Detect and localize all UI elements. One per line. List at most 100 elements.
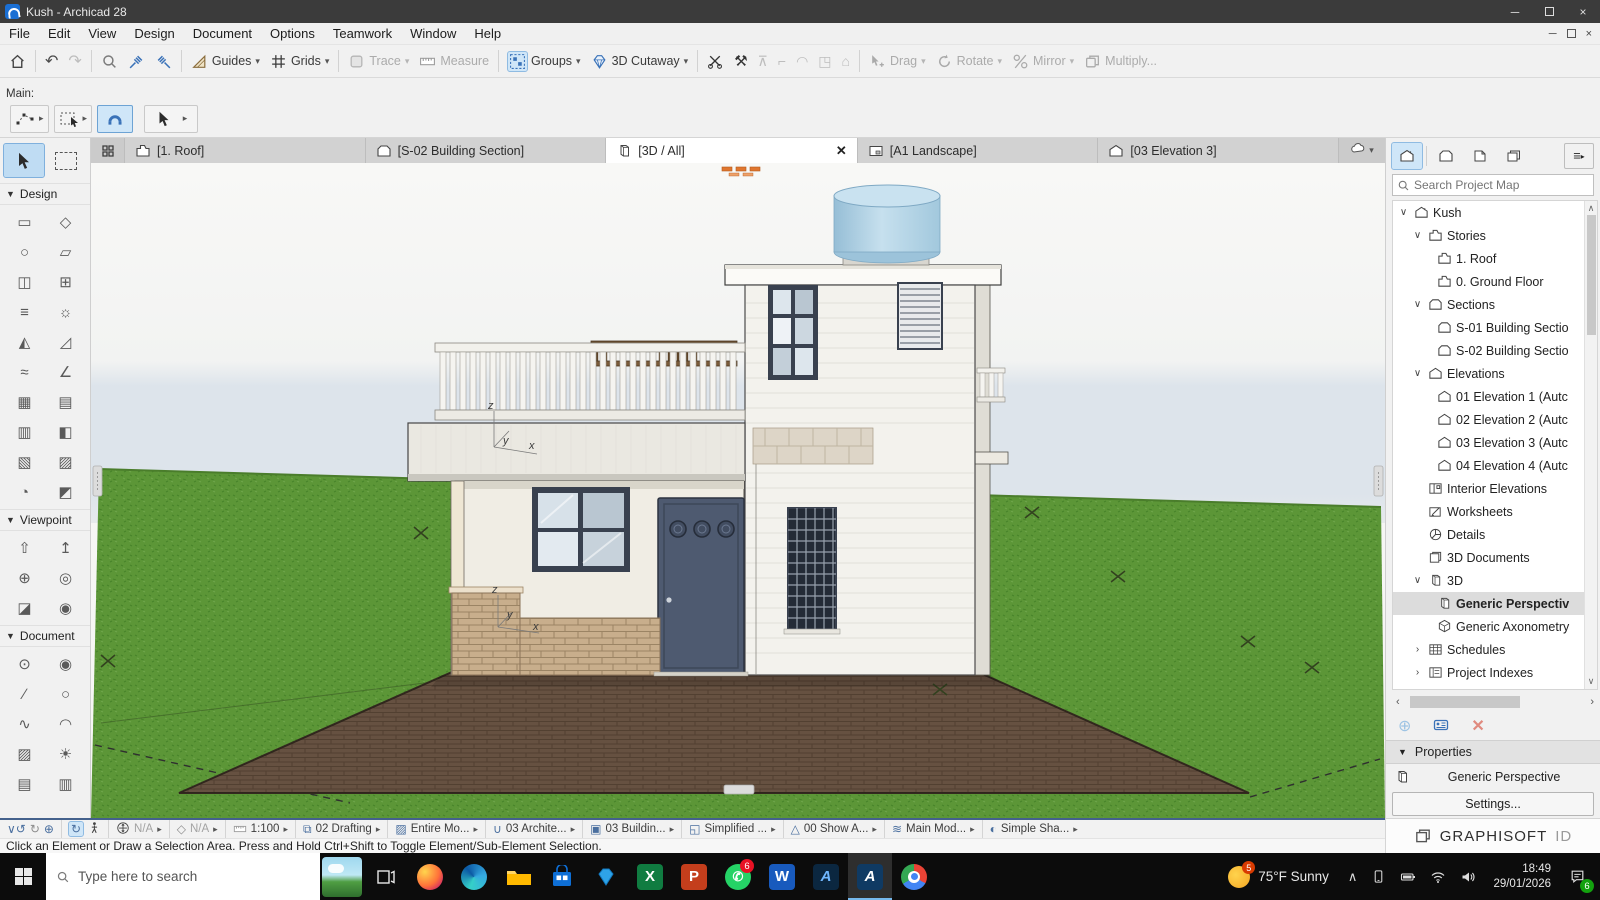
grids-button[interactable]: Grids▾ [265, 50, 334, 73]
menu-help[interactable]: Help [465, 24, 510, 43]
adjust-button[interactable]: ⚒ [729, 49, 752, 73]
tree-item-generic-axonometry[interactable]: Generic Axonometry [1393, 615, 1584, 638]
home-button[interactable] [4, 50, 31, 73]
tree-item-elevation-1[interactable]: 01 Elevation 1 (Autc [1393, 385, 1584, 408]
tool-mesh[interactable]: ≈ [4, 357, 45, 387]
design-options-selector[interactable]: ≋Main Mod...▸ [885, 820, 983, 838]
menu-edit[interactable]: Edit [39, 24, 79, 43]
taskbar-clock[interactable]: 18:49 29/01/2026 [1483, 862, 1561, 891]
doc-restore-button[interactable] [1567, 29, 1576, 38]
task-view-button[interactable] [364, 853, 408, 900]
tab-roof[interactable]: [1. Roof] [125, 138, 366, 163]
inject-parameters-button[interactable] [150, 50, 177, 73]
microsoft-store-icon[interactable] [540, 853, 584, 900]
menu-file[interactable]: File [0, 24, 39, 43]
doc-minimize-button[interactable]: ─ [1549, 28, 1557, 40]
tool-curtain-wall[interactable]: ▦ [4, 387, 45, 417]
navigator-menu-button[interactable]: ≡▸ [1564, 143, 1594, 169]
tool-door[interactable]: ◫ [4, 267, 45, 297]
orbit-button[interactable]: ↻ [69, 822, 83, 836]
start-button[interactable] [0, 853, 46, 900]
partial-structure-selector[interactable]: ◱Simplified ...▸ [682, 820, 784, 838]
tool-roof[interactable]: ◭ [4, 327, 45, 357]
project-map-button[interactable] [1392, 143, 1422, 169]
tool-arc[interactable]: ◠ [45, 709, 86, 739]
tab-03-elevation-3[interactable]: [03 Elevation 3] [1098, 138, 1339, 163]
toolbox-section-viewpoint[interactable]: ▼Viewpoint [0, 509, 90, 531]
tool-text[interactable]: ▥ [45, 769, 86, 799]
tree-horizontal-scrollbar[interactable]: ‹› [1392, 692, 1598, 712]
doc-close-button[interactable]: × [1586, 28, 1592, 40]
measure-button[interactable]: Measure [414, 50, 494, 73]
previous-view-button[interactable]: ∨↺ [7, 822, 26, 836]
tool-line[interactable]: ∕ [4, 679, 45, 709]
whatsapp-icon[interactable]: ✆ 6 [716, 853, 760, 900]
redo-button[interactable]: ↷ [63, 48, 86, 74]
marquee-select-button[interactable]: ▸ [54, 105, 93, 133]
delete-viewpoint-button[interactable]: ✕ [1471, 716, 1484, 736]
tree-item-roof[interactable]: 1. Roof [1393, 247, 1584, 270]
tool-zone[interactable]: ▤ [45, 387, 86, 417]
tree-vertical-scrollbar[interactable]: ∧ ∨ [1584, 201, 1597, 689]
tool-camera[interactable]: ◎ [45, 563, 86, 593]
tool-wall[interactable]: ◇ [45, 207, 86, 237]
tool-fill[interactable]: ▨ [4, 739, 45, 769]
tool-label[interactable]: ◉ [45, 649, 86, 679]
zoom-in-button[interactable]: ⊕ [44, 822, 54, 836]
view-map-button[interactable] [1431, 143, 1461, 169]
rotate-button[interactable]: Rotate▾ [931, 50, 1007, 73]
edge-icon[interactable] [452, 853, 496, 900]
3d-viewport[interactable]: z y x z y x [91, 163, 1385, 818]
cutaway-button[interactable]: 3D Cutaway▾ [586, 50, 694, 73]
pen-set-selector[interactable]: ▨Entire Mo...▸ [388, 820, 486, 838]
viewpoint-id-button[interactable] [1433, 717, 1449, 736]
tree-item-interior-elevations[interactable]: Interior Elevations [1393, 477, 1584, 500]
curve-button[interactable]: ◠ [791, 50, 813, 73]
next-view-button[interactable]: ↻ [30, 822, 40, 836]
tool-object[interactable]: ◧ [45, 417, 86, 447]
tab-s02-building-section[interactable]: [S-02 Building Section] [366, 138, 607, 163]
move-nodes-button[interactable]: ▸ [10, 105, 49, 133]
firefox-icon[interactable] [408, 853, 452, 900]
tool-lamp[interactable]: ☼ [45, 297, 86, 327]
maximize-button[interactable] [1532, 0, 1566, 23]
shadow-selector[interactable]: ◐Simple Sha...▸ [983, 820, 1085, 838]
tool-corner[interactable]: ◩ [45, 477, 86, 507]
tree-item-3d-documents[interactable]: 3D Documents [1393, 546, 1584, 569]
archicad-start-icon[interactable]: A [804, 853, 848, 900]
widgets-weather-button[interactable] [320, 853, 364, 900]
graphisoft-id[interactable]: GRAPHISOFT ID [1385, 818, 1600, 853]
layout-book-button[interactable] [1465, 143, 1495, 169]
multiply-button[interactable]: Multiply... [1079, 50, 1162, 73]
resize-button[interactable]: ◳ [813, 50, 836, 73]
undo-button[interactable]: ↶ [40, 48, 63, 74]
menu-options[interactable]: Options [261, 24, 324, 43]
menu-teamwork[interactable]: Teamwork [324, 24, 401, 43]
tool-shell[interactable]: ◿ [45, 327, 86, 357]
fillet-button[interactable]: ⌐ [773, 50, 791, 72]
mirror-button[interactable]: Mirror▾ [1007, 50, 1079, 73]
word-icon[interactable]: W [760, 853, 804, 900]
tool-opening[interactable]: ▧ [4, 447, 45, 477]
intersect-button[interactable]: ⊼ [753, 50, 773, 73]
menu-design[interactable]: Design [125, 24, 183, 43]
tree-item-worksheets[interactable]: Worksheets [1393, 500, 1584, 523]
tool-interior-elevation[interactable]: ⊕ [4, 563, 45, 593]
powerpoint-icon[interactable]: P [672, 853, 716, 900]
tool-railing[interactable]: ∠ [45, 357, 86, 387]
tab-close-icon[interactable]: ✕ [836, 143, 847, 159]
add-viewpoint-button[interactable]: ⊕ [1398, 716, 1411, 736]
arrow-select-tool[interactable] [4, 144, 44, 177]
graphic-override-selector[interactable]: ▣03 Buildin...▸ [583, 820, 682, 838]
find-select-button[interactable] [96, 50, 123, 73]
tree-item-elevation-2[interactable]: 02 Elevation 2 (Autc [1393, 408, 1584, 431]
tab-cloud-button[interactable] [1350, 141, 1366, 160]
menu-document[interactable]: Document [184, 24, 261, 43]
elevate-button[interactable]: ⌂ [837, 50, 855, 72]
pan-button[interactable] [116, 821, 130, 838]
tree-item-ground-floor[interactable]: 0. Ground Floor [1393, 270, 1584, 293]
drag-button[interactable]: Drag▾ [864, 50, 931, 73]
publisher-button[interactable] [1499, 143, 1529, 169]
notification-center-button[interactable]: 6 [1561, 853, 1600, 900]
tab-list-dropdown[interactable]: ▾ [1369, 145, 1374, 156]
